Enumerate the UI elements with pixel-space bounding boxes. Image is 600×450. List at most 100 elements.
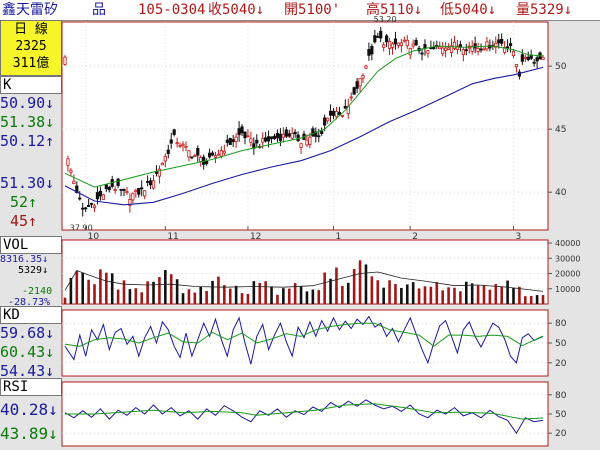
volume-bar [370,276,374,304]
candle-body [287,133,291,137]
volume-bar [134,288,138,304]
candle-body [163,155,167,162]
candle-body [172,129,176,135]
kd-axis-label: 80 [555,319,567,329]
candle-body [137,188,141,195]
volume-bar [500,286,503,304]
candle-body [405,39,409,47]
candle-body [119,188,123,191]
candle-body [122,189,126,191]
volume-bar [81,272,85,304]
volume-bar [164,270,167,304]
candle-body [210,152,215,156]
volume-bar [435,282,439,304]
candle-body [535,57,539,62]
candle-body [113,189,117,191]
volume-bar [211,280,214,304]
candle-body [199,157,203,162]
volume-bar [494,284,498,304]
candle-body [379,30,383,39]
candle-body [264,137,268,142]
candle-body [505,46,510,49]
volume-bar [305,291,309,304]
candle-body [205,161,209,165]
candle-body [441,47,445,55]
candle-body [514,64,519,68]
candle-body [181,143,185,146]
price-axis-label: 45 [555,125,566,135]
chart-canvas: 40 45 50 10000 20000 30000 40000 20 50 80 20 50 80 10… [61,15,580,447]
volume-bar [541,295,545,304]
candle-body [116,178,120,186]
volume-bar [252,281,256,304]
volume-bar [87,279,90,304]
candle-body [246,135,250,138]
candle-body [317,135,321,138]
candle-body [89,202,94,205]
candle-body [95,192,100,200]
volume-bar [228,288,232,304]
candle-body [178,144,182,147]
volume-bar [470,283,474,304]
candle-body [426,50,430,54]
candle-body [464,49,468,52]
volume-bar [223,285,226,304]
candle-body [225,139,229,143]
candle-body [234,136,238,142]
candle-body [219,150,223,157]
candle-body [541,57,545,61]
volume-bar [364,264,368,304]
candle-body [231,139,235,143]
volume-bar [75,270,79,304]
month-label: 2 [412,232,418,242]
candle-body [364,65,368,69]
candle-body [382,44,386,48]
candle-body [184,145,188,149]
candle-body [308,136,312,145]
candle-body [340,114,344,117]
candle-body [343,106,347,109]
candle-body [367,49,371,56]
candle-body [255,139,259,144]
volume-bar [116,289,120,304]
rsi-axis-label: 80 [555,391,567,401]
volume-bar [299,286,303,304]
volume-bar [140,292,144,304]
candle-body [402,39,406,42]
volume-bar [453,287,456,304]
candle-body [78,197,82,200]
candle-body [311,128,315,137]
volume-bar [323,272,326,304]
candle-body [81,207,85,210]
volume-bar [529,296,533,304]
candle-body [69,169,73,173]
candle-body [358,78,362,87]
candle-body [500,38,504,44]
volume-bar [535,295,539,304]
candle-body [237,128,241,136]
candle-body [485,41,489,50]
candle-body [305,139,309,146]
candle-body [249,138,253,143]
candle-body [104,184,108,190]
candle-body [399,42,403,47]
candle-body [213,155,218,158]
volume-bar [341,285,344,304]
candle-body [390,43,395,48]
volume-bar [276,294,279,304]
candle-body [396,42,401,46]
candle-body [240,126,244,134]
candle-body [169,139,173,144]
candle-body [479,48,483,51]
volume-bar [346,282,350,304]
volume-bar [388,280,391,304]
candle-body [278,133,282,141]
candle-body [284,129,288,137]
month-label: 3 [515,232,521,242]
volume-bar [376,280,380,304]
candle-body [529,55,533,59]
price-annotation: 53.20 [374,15,397,24]
candle-body [497,39,501,44]
candle-body [476,48,480,53]
candle-body [411,43,415,47]
